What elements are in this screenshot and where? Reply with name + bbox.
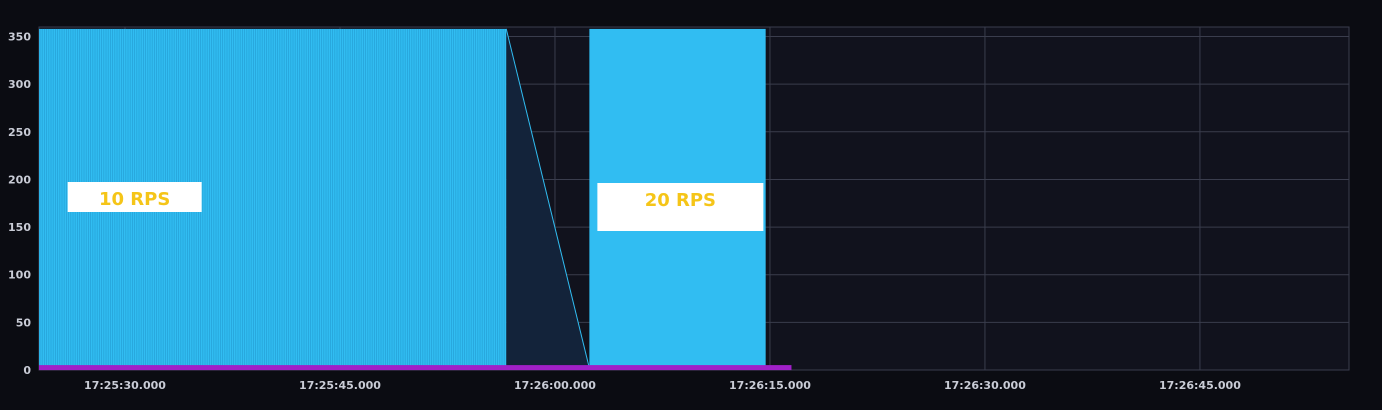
y-tick-label: 0: [23, 364, 31, 377]
x-tick-label: 17:26:00.000: [514, 379, 596, 392]
x-tick-label: 17:25:45.000: [299, 379, 381, 392]
y-tick-label: 200: [8, 173, 31, 186]
rps-chart: 0 50 100 150 200 250 300 350 17:25:30.000 17:25:4…: [0, 0, 1382, 410]
x-tick-label: 17:26:45.000: [1159, 379, 1241, 392]
y-tick-label: 50: [16, 316, 32, 329]
y-tick-label: 100: [8, 269, 31, 282]
annotation-label: 20 RPS: [645, 190, 716, 211]
x-tick-label: 17:26:15.000: [729, 379, 811, 392]
x-tick-label: 17:25:30.000: [84, 379, 166, 392]
y-tick-label: 300: [8, 78, 31, 91]
annotation-label: 10 RPS: [99, 189, 170, 210]
y-tick-label: 150: [8, 221, 31, 234]
x-tick-label: 17:26:30.000: [944, 379, 1026, 392]
y-tick-label: 250: [8, 126, 31, 139]
y-tick-label: 350: [8, 31, 31, 44]
series-baseline: [39, 365, 792, 371]
chart-panel: 0 50 100 150 200 250 300 350 17:25:30.000 17:25:4…: [0, 0, 1382, 410]
